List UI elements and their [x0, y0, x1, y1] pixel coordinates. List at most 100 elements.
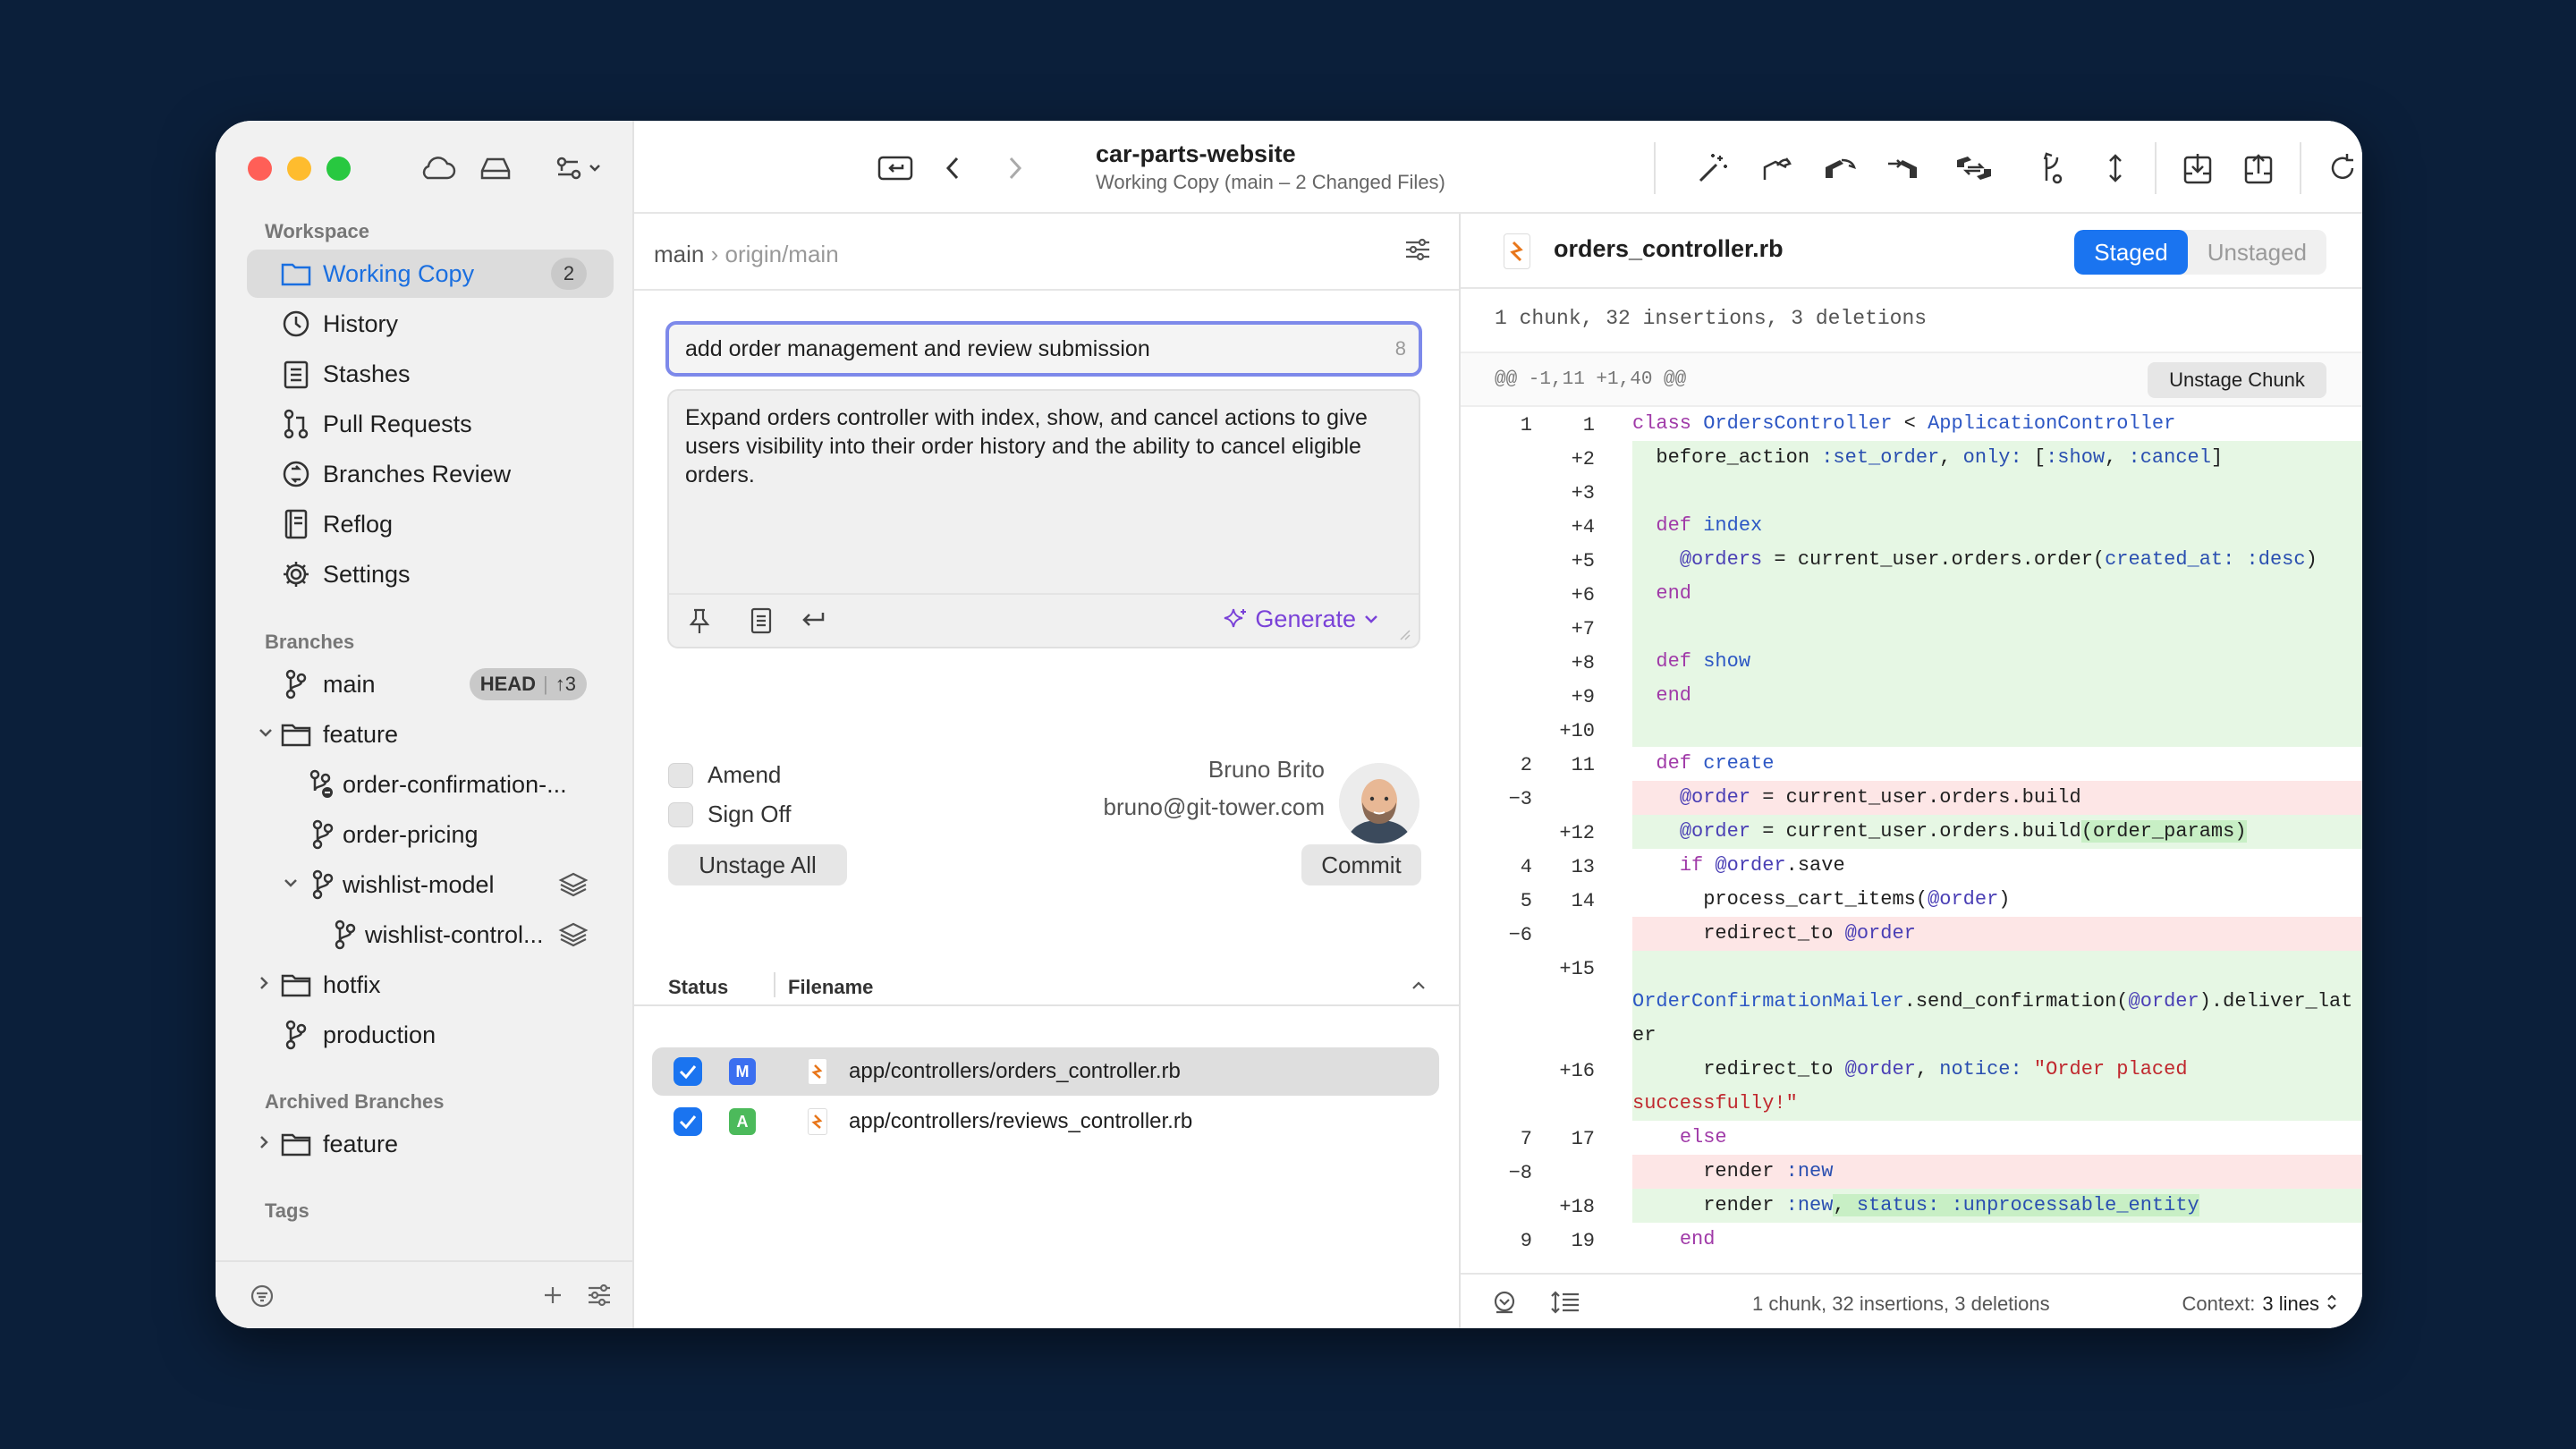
filter-icon[interactable] [250, 1284, 275, 1309]
branch-label: main [323, 670, 376, 698]
chevron-down-icon[interactable] [1363, 613, 1379, 625]
template-icon[interactable] [750, 606, 773, 635]
commit-subject-input[interactable]: add order management and review submissi… [665, 321, 1422, 377]
branch-order-pricing[interactable]: order-pricing [247, 810, 614, 859]
add-icon[interactable] [541, 1284, 564, 1307]
breadcrumb-branch[interactable]: main [654, 241, 704, 267]
checkbox-box [668, 801, 693, 827]
staged-checkbox[interactable] [674, 1057, 702, 1086]
diff-line[interactable]: 1 1 class OrdersController < ApplicationCo… [1461, 407, 2362, 441]
pop-stash-icon[interactable] [2235, 145, 2282, 191]
commit-body-input[interactable]: Expand orders controller with index, sho… [667, 389, 1420, 648]
diff-line[interactable]: +3 [1461, 475, 2362, 509]
staged-checkbox[interactable] [674, 1107, 702, 1136]
signoff-checkbox[interactable]: Sign Off [668, 801, 791, 828]
file-row[interactable]: M app/controllers/orders_controller.rb [652, 1047, 1439, 1096]
avatar[interactable] [1339, 763, 1419, 843]
column-status[interactable]: Status [668, 976, 728, 999]
diff-line[interactable]: 2 11 def create [1461, 747, 2362, 781]
branch-production[interactable]: production [247, 1011, 614, 1059]
sidebar-item-stashes[interactable]: Stashes [247, 350, 614, 398]
refresh-icon[interactable] [2319, 145, 2362, 191]
chevron-down-icon[interactable] [258, 726, 274, 739]
sidebar-item-reflog[interactable]: Reflog [247, 500, 614, 548]
diff-line[interactable]: +8 def show [1461, 645, 2362, 679]
unstaged-tab[interactable]: Unstaged [2188, 230, 2326, 275]
sidebar-item-settings[interactable]: Settings [247, 550, 614, 598]
generate-button[interactable]: Generate [1223, 606, 1356, 633]
pull-icon[interactable] [1817, 145, 1863, 191]
sidebar-item-working-copy[interactable]: Working Copy 2 [247, 250, 614, 298]
return-to-repo-icon[interactable] [872, 145, 919, 191]
resize-handle-icon[interactable] [1395, 625, 1411, 641]
zoom-window-button[interactable] [326, 157, 351, 181]
rebase-icon[interactable] [2092, 145, 2139, 191]
line-spacing-icon[interactable] [1550, 1289, 1580, 1316]
chevron-right-icon[interactable] [258, 1134, 270, 1150]
toolbar-divider [2300, 142, 2301, 194]
diff-line[interactable]: −8 render :new [1461, 1155, 2362, 1189]
branch-main[interactable]: main HEAD | ↑3 [247, 660, 614, 708]
diff-line[interactable]: +7 [1461, 611, 2362, 645]
column-filename[interactable]: Filename [788, 976, 873, 999]
staged-tab[interactable]: Staged [2074, 230, 2188, 275]
diff-line[interactable]: 5 14 process_cart_items(@order) [1461, 883, 2362, 917]
undo-icon[interactable] [800, 609, 826, 632]
diff-line[interactable]: 9 19 end [1461, 1223, 2362, 1257]
diff-line[interactable]: +6 end [1461, 577, 2362, 611]
commit-button[interactable]: Commit [1301, 844, 1421, 886]
branch-wishlist-model[interactable]: wishlist-model [247, 860, 614, 909]
sidebar-item-pull-requests[interactable]: Pull Requests [247, 400, 614, 448]
diff-line[interactable]: +18 render :new, status: :unprocessable_… [1461, 1189, 2362, 1223]
diff-line[interactable]: +16 redirect_to @order, notice: "Order p… [1461, 1053, 2362, 1121]
diff-line[interactable]: +15 OrderConfirmationMailer.send_confirma… [1461, 951, 2362, 1053]
stash-icon[interactable] [2174, 145, 2221, 191]
diff-line[interactable]: +4 def index [1461, 509, 2362, 543]
branch-folder-hotfix[interactable]: hotfix [247, 961, 614, 1009]
magic-wand-icon[interactable] [1690, 145, 1736, 191]
whitespace-icon[interactable] [1491, 1289, 1518, 1316]
forward-icon[interactable] [992, 145, 1038, 191]
diff-line[interactable]: +9 end [1461, 679, 2362, 713]
services-menu-icon[interactable] [548, 146, 611, 191]
minimize-window-button[interactable] [287, 157, 311, 181]
divider [634, 289, 1459, 291]
archived-folder-feature[interactable]: feature [247, 1120, 614, 1168]
sliders-icon[interactable] [1403, 235, 1432, 264]
diff-line[interactable]: +2 before_action :set_order, only: [:sho… [1461, 441, 2362, 475]
stack-icon [558, 871, 589, 898]
branch-order-confirmation[interactable]: order-confirmation-... [247, 760, 614, 809]
pin-icon[interactable] [687, 606, 712, 635]
unstage-chunk-button[interactable]: Unstage Chunk [2148, 362, 2326, 398]
sync-icon[interactable] [1947, 145, 2001, 191]
merge-icon[interactable] [2029, 145, 2076, 191]
context-selector[interactable]: Context: 3 lines [2182, 1292, 2337, 1316]
branch-folder-feature[interactable]: feature [247, 710, 614, 758]
branch-wishlist-controller[interactable]: wishlist-control... [247, 911, 614, 959]
cloud-icon[interactable] [412, 146, 462, 191]
chevron-right-icon[interactable] [258, 975, 270, 991]
file-row[interactable]: A app/controllers/reviews_controller.rb [652, 1097, 1439, 1146]
unstage-all-button[interactable]: Unstage All [668, 844, 847, 886]
diff-line[interactable]: −6 redirect_to @order [1461, 917, 2362, 951]
breadcrumb-remote[interactable]: origin/main [724, 241, 838, 267]
amend-checkbox[interactable]: Amend [668, 761, 781, 789]
diff-line[interactable]: +5 @orders = current_user.orders.order(c… [1461, 543, 2362, 577]
close-window-button[interactable] [248, 157, 272, 181]
fetch-icon[interactable] [1754, 145, 1801, 191]
push-icon[interactable] [1879, 145, 1926, 191]
diff-line[interactable]: 7 17 else [1461, 1121, 2362, 1155]
drive-icon[interactable] [470, 146, 521, 191]
chevron-up-icon[interactable] [1411, 979, 1427, 992]
diff-line[interactable]: +12 @order = current_user.orders.build(o… [1461, 815, 2362, 849]
diff-line[interactable]: −3 @order = current_user.orders.build [1461, 781, 2362, 815]
sidebar-item-branches-review[interactable]: Branches Review [247, 450, 614, 498]
sliders-icon[interactable] [586, 1282, 613, 1309]
diff-line[interactable]: 4 13 if @order.save [1461, 849, 2362, 883]
branch-icon [327, 917, 363, 953]
sidebar-item-history[interactable]: History [247, 300, 614, 348]
back-icon[interactable] [929, 145, 976, 191]
diff-line[interactable]: +10 [1461, 713, 2362, 747]
chevron-down-icon[interactable] [283, 877, 299, 889]
sidebar-item-label: History [323, 309, 399, 337]
